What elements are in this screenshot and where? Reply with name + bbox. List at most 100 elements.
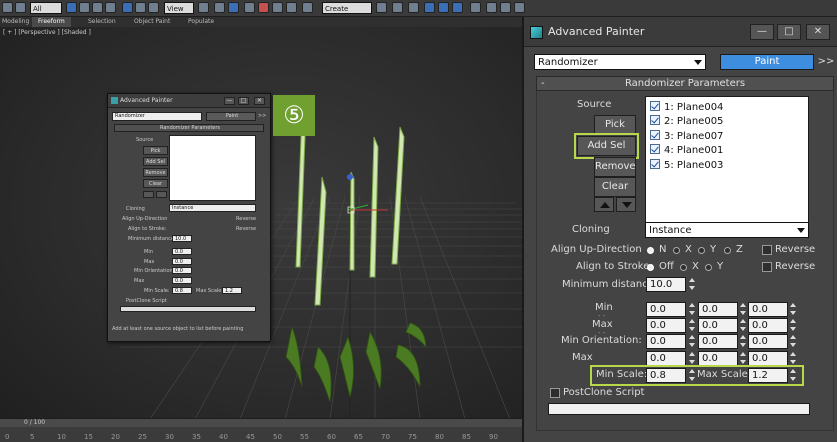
- move-up-button[interactable]: [594, 197, 614, 212]
- align-icon[interactable]: [392, 2, 403, 13]
- min-orientation-y-spinner[interactable]: [739, 334, 747, 349]
- minimum-distance-spinner[interactable]: [688, 277, 696, 292]
- max-scale-spinner[interactable]: [789, 368, 797, 383]
- schematic-view-icon[interactable]: [452, 2, 463, 13]
- percent-snap-icon[interactable]: [272, 2, 283, 13]
- small-min-distance-input[interactable]: 10.0: [172, 235, 192, 242]
- small-source-list[interactable]: [169, 135, 256, 201]
- small-more-button[interactable]: >>: [258, 113, 266, 119]
- min-rotation-y-input[interactable]: 0.0: [698, 302, 738, 317]
- mode-dropdown[interactable]: Randomizer: [534, 54, 706, 70]
- max-rotation-z-spinner[interactable]: [789, 318, 797, 333]
- small-paint-button[interactable]: Paint: [206, 112, 256, 121]
- timeline[interactable]: 0 / 100 0 5 10 15 20 25 30 35 40 45 50 5…: [0, 418, 522, 442]
- curve-editor-icon[interactable]: [438, 2, 449, 13]
- checkbox-checked-icon[interactable]: [650, 115, 660, 125]
- close-button[interactable]: ✕: [806, 24, 830, 40]
- max-scale-input[interactable]: 1.2: [748, 368, 788, 383]
- small-postclone-input[interactable]: [120, 306, 256, 312]
- min-scale-input[interactable]: 0.8: [646, 368, 686, 383]
- small-window-titlebar[interactable]: Advanced Painter — □ ✕: [108, 94, 270, 108]
- redo-icon[interactable]: [15, 2, 26, 13]
- randomizer-rollout-header[interactable]: - Randomizer Parameters: [536, 76, 834, 91]
- tab-selection[interactable]: Selection: [88, 17, 116, 27]
- small-max-orient-input[interactable]: 0.0: [172, 277, 192, 284]
- stroke-off-radio[interactable]: [647, 264, 654, 271]
- postclone-script-field[interactable]: [548, 403, 810, 415]
- cloning-dropdown[interactable]: Instance: [645, 222, 809, 238]
- time-slider[interactable]: 0 / 100: [0, 419, 522, 427]
- min-rotation-y-spinner[interactable]: [739, 302, 747, 317]
- align-up-y-radio[interactable]: [698, 247, 705, 254]
- max-orientation-y-input[interactable]: 0.0: [698, 351, 738, 366]
- rotate-icon[interactable]: [135, 2, 146, 13]
- max-rotation-x-spinner[interactable]: [688, 318, 696, 333]
- postclone-script-checkbox[interactable]: [550, 388, 560, 398]
- align-up-x-radio[interactable]: [673, 247, 680, 254]
- small-close-button[interactable]: ✕: [254, 97, 265, 105]
- graphite-tools-icon[interactable]: [424, 2, 435, 13]
- stroke-x-radio[interactable]: [680, 264, 687, 271]
- angle-snap-icon[interactable]: [258, 2, 269, 13]
- small-clear-button[interactable]: Clear: [143, 179, 168, 188]
- small-max-scale-input[interactable]: 1.2: [222, 287, 242, 294]
- align-up-z-radio[interactable]: [724, 247, 731, 254]
- rendered-frame-icon[interactable]: [500, 2, 511, 13]
- small-remove-button[interactable]: Remove: [143, 168, 168, 177]
- small-add-sel-button[interactable]: Add Sel: [143, 157, 168, 166]
- small-postclone-label[interactable]: PostClone Script: [126, 298, 167, 304]
- small-rollout-header[interactable]: Randomizer Parameters: [114, 124, 264, 132]
- scale-icon[interactable]: [148, 2, 159, 13]
- max-rotation-z-input[interactable]: 0.0: [748, 318, 788, 333]
- mirror-icon[interactable]: [376, 2, 387, 13]
- checkbox-checked-icon[interactable]: [650, 159, 660, 169]
- min-orientation-z-input[interactable]: 0.0: [748, 334, 788, 349]
- align-up-none-radio[interactable]: [647, 247, 654, 254]
- undo-icon[interactable]: [2, 2, 13, 13]
- move-down-button[interactable]: [616, 197, 636, 212]
- select-by-name-icon[interactable]: [79, 2, 90, 13]
- stroke-reverse-checkbox[interactable]: [762, 262, 772, 272]
- max-orientation-y-spinner[interactable]: [739, 351, 747, 366]
- selection-filter-select[interactable]: All: [30, 2, 62, 14]
- min-orientation-z-spinner[interactable]: [789, 334, 797, 349]
- min-scale-spinner[interactable]: [688, 368, 696, 383]
- window-crossing-icon[interactable]: [105, 2, 116, 13]
- named-selection-set-select[interactable]: Create Selection S: [322, 2, 372, 25]
- small-minimize-button[interactable]: —: [224, 97, 235, 105]
- panel-titlebar[interactable]: Advanced Painter — □ ✕: [524, 17, 837, 47]
- checkbox-checked-icon[interactable]: [650, 144, 660, 154]
- min-orientation-y-input[interactable]: 0.0: [698, 334, 738, 349]
- small-move-up-button[interactable]: [143, 191, 154, 198]
- stroke-y-radio[interactable]: [705, 264, 712, 271]
- max-rotation-y-input[interactable]: 0.0: [698, 318, 738, 333]
- snap-toggle-icon[interactable]: [244, 2, 255, 13]
- remove-button[interactable]: Remove: [594, 157, 636, 177]
- pick-button[interactable]: Pick: [594, 115, 636, 135]
- edit-named-selection-icon[interactable]: [302, 2, 313, 13]
- list-item[interactable]: 2: Plane005: [650, 115, 723, 129]
- small-move-down-button[interactable]: [156, 191, 167, 198]
- max-orientation-z-spinner[interactable]: [789, 351, 797, 366]
- align-up-reverse-checkbox[interactable]: [762, 245, 772, 255]
- max-rotation-x-input[interactable]: 0.0: [646, 318, 686, 333]
- checkbox-checked-icon[interactable]: [650, 101, 660, 111]
- checkbox-checked-icon[interactable]: [650, 130, 660, 140]
- reference-coordinate-select[interactable]: View: [164, 2, 194, 14]
- render-icon[interactable]: [514, 2, 525, 13]
- material-editor-icon[interactable]: [470, 2, 481, 13]
- min-orientation-x-spinner[interactable]: [688, 334, 696, 349]
- clear-button[interactable]: Clear: [594, 177, 636, 197]
- tab-freeform[interactable]: Freeform: [32, 17, 71, 27]
- source-object-list[interactable]: 1: Plane004 2: Plane005 3: Plane007 4: P…: [645, 96, 809, 232]
- frame-ruler[interactable]: 0 5 10 15 20 25 30 35 40 45 50 55 60 65 …: [0, 429, 522, 442]
- small-min-scale-input[interactable]: 0.8: [172, 287, 192, 294]
- maximize-button[interactable]: □: [777, 24, 801, 40]
- small-max-x-input[interactable]: 0.0: [172, 258, 192, 265]
- list-item[interactable]: 1: Plane004: [650, 101, 723, 115]
- minimize-button[interactable]: —: [750, 24, 774, 40]
- small-maximize-button[interactable]: □: [238, 97, 249, 105]
- small-min-x-input[interactable]: 0.0: [172, 248, 192, 255]
- minimum-distance-input[interactable]: 10.0: [646, 277, 686, 292]
- max-orientation-x-input[interactable]: 0.0: [646, 351, 686, 366]
